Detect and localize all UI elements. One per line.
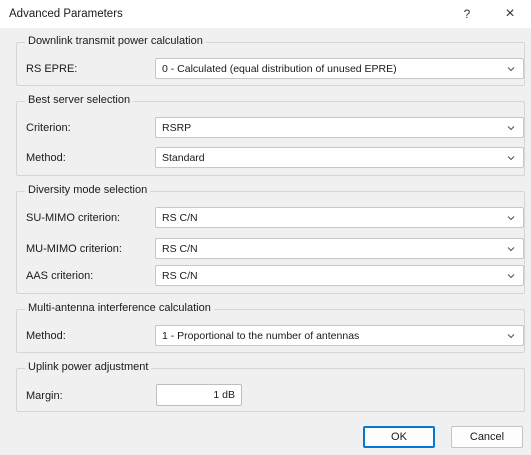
group-title-best-server: Best server selection xyxy=(25,94,134,106)
chevron-down-icon xyxy=(507,216,515,221)
su-mimo-label: SU-MIMO criterion: xyxy=(26,212,121,224)
margin-label: Margin: xyxy=(26,390,63,402)
rs-epre-label: RS EPRE: xyxy=(26,63,78,75)
multi-antenna-method-select[interactable]: 1 - Proportional to the number of antenn… xyxy=(155,325,524,346)
su-mimo-value: RS C/N xyxy=(162,212,198,224)
best-server-method-value: Standard xyxy=(162,152,205,164)
mu-mimo-select[interactable]: RS C/N xyxy=(155,238,524,259)
window-title: Advanced Parameters xyxy=(9,8,123,20)
criterion-label: Criterion: xyxy=(26,122,71,134)
help-button[interactable]: ? xyxy=(458,5,476,23)
group-title-downlink: Downlink transmit power calculation xyxy=(25,35,206,47)
ok-button[interactable]: OK xyxy=(363,426,435,448)
criterion-select[interactable]: RSRP xyxy=(155,117,524,138)
cancel-button[interactable]: Cancel xyxy=(451,426,523,448)
aas-value: RS C/N xyxy=(162,270,198,282)
multi-antenna-method-value: 1 - Proportional to the number of antenn… xyxy=(162,330,360,342)
group-title-diversity: Diversity mode selection xyxy=(25,184,151,196)
mu-mimo-value: RS C/N xyxy=(162,243,198,255)
chevron-down-icon xyxy=(507,334,515,339)
rs-epre-value: 0 - Calculated (equal distribution of un… xyxy=(162,63,397,75)
best-server-method-label: Method: xyxy=(26,152,66,164)
criterion-value: RSRP xyxy=(162,122,192,134)
group-uplink: Uplink power adjustment xyxy=(16,361,525,412)
chevron-down-icon xyxy=(507,247,515,252)
rs-epre-select[interactable]: 0 - Calculated (equal distribution of un… xyxy=(155,58,524,79)
chevron-down-icon xyxy=(507,274,515,279)
chevron-down-icon xyxy=(507,156,515,161)
margin-input[interactable]: 1 dB xyxy=(156,384,242,406)
multi-antenna-method-label: Method: xyxy=(26,330,66,342)
su-mimo-select[interactable]: RS C/N xyxy=(155,207,524,228)
chevron-down-icon xyxy=(507,126,515,131)
group-title-multi-antenna: Multi-antenna interference calculation xyxy=(25,302,214,314)
chevron-down-icon xyxy=(507,67,515,72)
title-bar: Advanced Parameters ? × xyxy=(0,0,531,28)
mu-mimo-label: MU-MIMO criterion: xyxy=(26,243,122,255)
aas-label: AAS criterion: xyxy=(26,270,94,282)
group-title-uplink: Uplink power adjustment xyxy=(25,361,152,373)
close-button[interactable]: × xyxy=(500,4,520,24)
aas-select[interactable]: RS C/N xyxy=(155,265,524,286)
best-server-method-select[interactable]: Standard xyxy=(155,147,524,168)
margin-value: 1 dB xyxy=(213,389,235,401)
